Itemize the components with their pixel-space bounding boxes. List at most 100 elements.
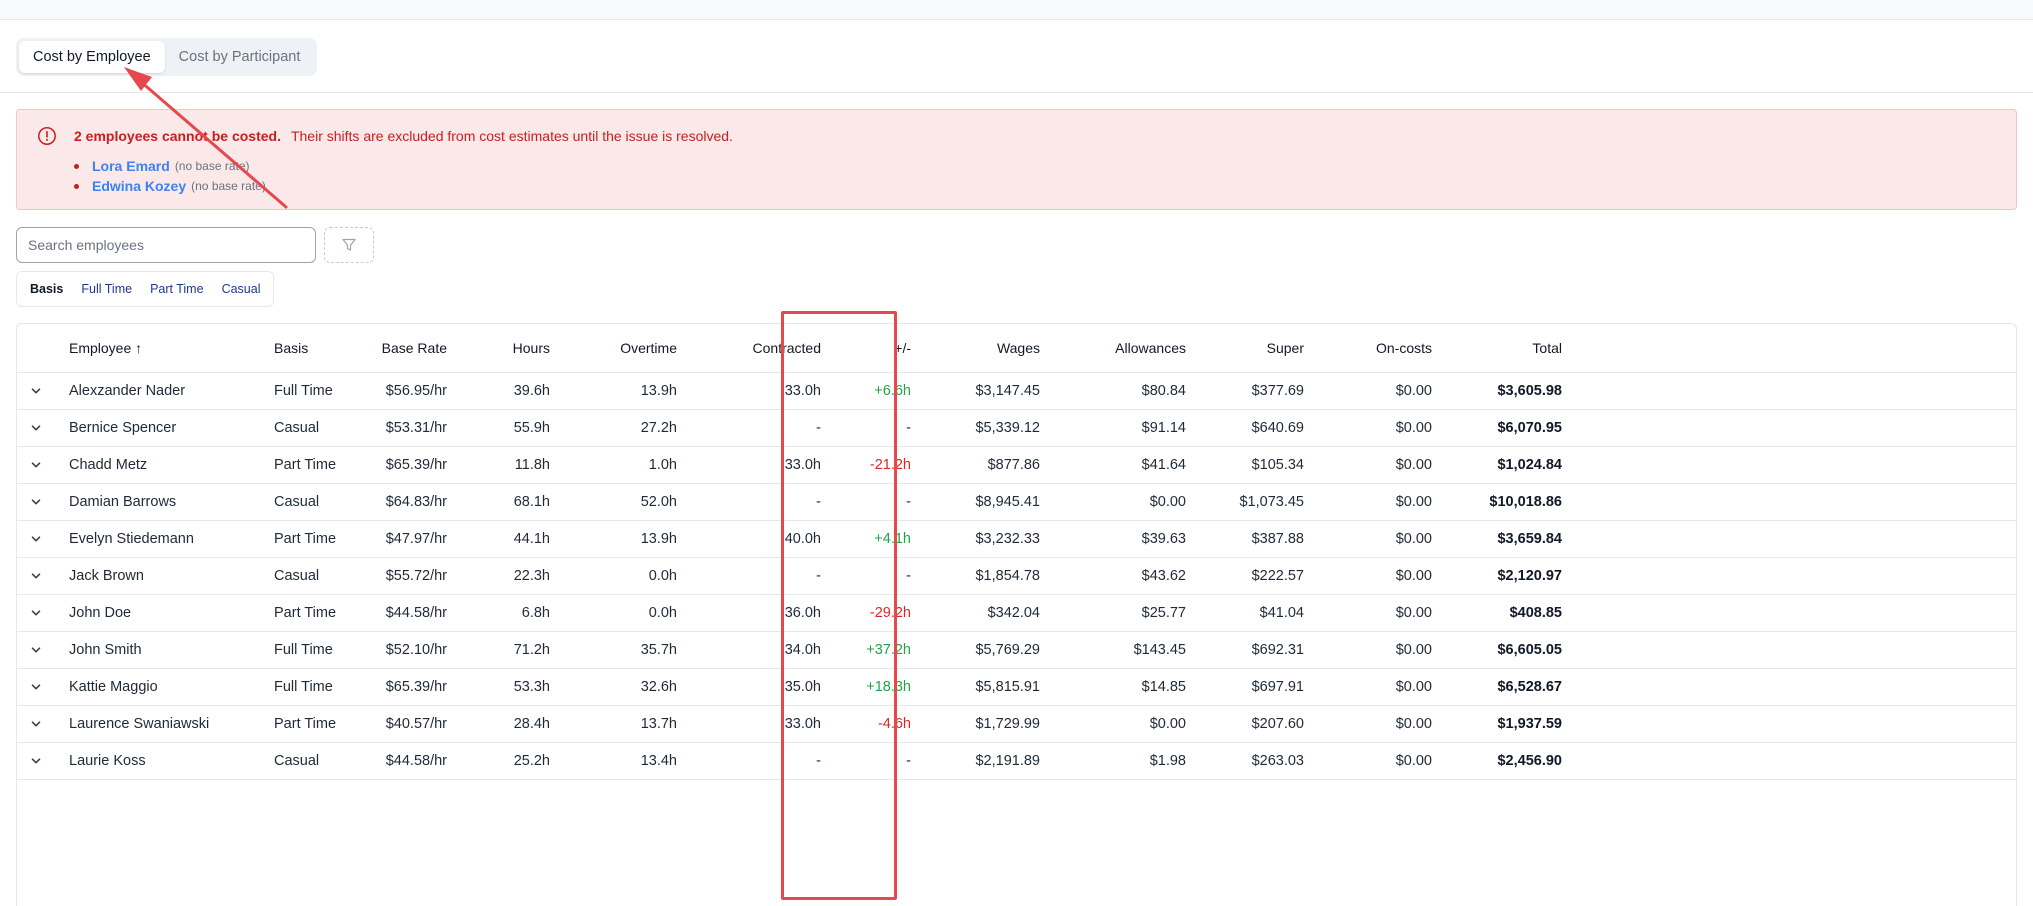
base-rate-cell: $65.39/hr	[385, 679, 447, 695]
table-row[interactable]: John Smith Full Time $52.10/hr 71.2h 35.7h 34…	[17, 632, 2016, 669]
overtime-cell: 35.7h	[640, 642, 677, 658]
allowances-cell: $0.00	[1149, 494, 1186, 510]
chevron-down-icon[interactable]	[30, 447, 44, 483]
column-header-base-rate[interactable]: Base Rate	[347, 324, 447, 372]
table-row[interactable]: Jack Brown Casual $55.72/hr 22.3h 0.0h - - $1,8…	[17, 558, 2016, 595]
allowances-cell: $143.45	[1133, 642, 1186, 658]
contracted-cell: 34.0h	[784, 642, 821, 658]
chevron-down-icon[interactable]	[30, 521, 44, 557]
basis-filter: Basis Full Time Part Time Casual	[16, 271, 275, 307]
contracted-cell: 36.0h	[784, 605, 821, 621]
difference-cell: -	[906, 494, 911, 510]
base-rate-cell: $56.95/hr	[385, 383, 447, 399]
column-header-on-costs[interactable]: On-costs	[1312, 324, 1432, 372]
wages-cell: $342.04	[987, 605, 1040, 621]
total-cell: $3,659.84	[1497, 531, 1562, 547]
allowances-cell: $0.00	[1149, 716, 1186, 732]
column-header-difference[interactable]: +/-	[831, 324, 911, 372]
hours-cell: 39.6h	[513, 383, 550, 399]
base-rate-cell: $44.58/hr	[385, 605, 447, 621]
column-header-overtime[interactable]: Overtime	[577, 324, 677, 372]
chevron-down-icon[interactable]	[30, 706, 44, 742]
employee-link-lora-emard[interactable]: Lora Emard	[92, 158, 170, 174]
on-costs-cell: $0.00	[1395, 642, 1432, 658]
table-row[interactable]: John Doe Part Time $44.58/hr 6.8h 0.0h 36.0h -…	[17, 595, 2016, 632]
table-row[interactable]: Chadd Metz Part Time $65.39/hr 11.8h 1.0h 33.…	[17, 447, 2016, 484]
hours-cell: 55.9h	[513, 420, 550, 436]
employee-name: Bernice Spencer	[69, 420, 177, 436]
on-costs-cell: $0.00	[1395, 753, 1432, 769]
alert-message: Their shifts are excluded from cost esti…	[290, 128, 733, 144]
total-cell: $6,528.67	[1497, 679, 1562, 695]
table-row[interactable]: Kattie Maggio Full Time $65.39/hr 53.3h 32.6…	[17, 669, 2016, 706]
total-cell: $10,018.86	[1489, 494, 1562, 510]
table-row[interactable]: Evelyn Stiedemann Part Time $47.97/hr 44.1h…	[17, 521, 2016, 558]
uncosted-employee-list: Lora Emard (no base rate) Edwina Kozey (…	[74, 156, 266, 196]
overtime-cell: 0.0h	[648, 568, 677, 584]
base-rate-cell: $44.58/hr	[385, 753, 447, 769]
column-header-wages[interactable]: Wages	[920, 324, 1040, 372]
base-rate-cell: $52.10/hr	[385, 642, 447, 658]
wages-cell: $2,191.89	[975, 753, 1040, 769]
search-input[interactable]	[16, 227, 316, 263]
chevron-down-icon[interactable]	[30, 632, 44, 668]
basis-chip-full-time[interactable]: Full Time	[72, 275, 141, 303]
table-row[interactable]: Alexzander Nader Full Time $56.95/hr 39.6h 1…	[17, 373, 2016, 410]
alert-circle-icon	[38, 127, 56, 145]
column-header-total[interactable]: Total	[1422, 324, 1562, 372]
allowances-cell: $1.98	[1149, 753, 1186, 769]
column-header-hours[interactable]: Hours	[450, 324, 550, 372]
employee-link-edwina-kozey[interactable]: Edwina Kozey	[92, 178, 186, 194]
allowances-cell: $41.64	[1141, 457, 1186, 473]
chevron-down-icon[interactable]	[30, 558, 44, 594]
chevron-down-icon[interactable]	[30, 484, 44, 520]
wages-cell: $5,769.29	[975, 642, 1040, 658]
overtime-cell: 32.6h	[640, 679, 677, 695]
base-rate-cell: $53.31/hr	[385, 420, 447, 436]
basis-chip-part-time[interactable]: Part Time	[141, 275, 213, 303]
column-header-allowances[interactable]: Allowances	[1066, 324, 1186, 372]
bullet-icon	[74, 163, 79, 169]
wages-cell: $8,945.41	[975, 494, 1040, 510]
super-cell: $207.60	[1251, 716, 1304, 732]
on-costs-cell: $0.00	[1395, 420, 1432, 436]
total-cell: $2,120.97	[1497, 568, 1562, 584]
list-item: Edwina Kozey (no base rate)	[74, 176, 266, 196]
contracted-cell: -	[816, 494, 821, 510]
chevron-down-icon[interactable]	[30, 373, 44, 409]
total-cell: $408.85	[1509, 605, 1562, 621]
filter-icon	[342, 238, 356, 251]
basis-chip-casual[interactable]: Casual	[213, 275, 270, 303]
tab-cost-by-participant[interactable]: Cost by Participant	[165, 41, 315, 73]
on-costs-cell: $0.00	[1395, 531, 1432, 547]
tab-cost-by-employee[interactable]: Cost by Employee	[19, 41, 165, 73]
on-costs-cell: $0.00	[1395, 605, 1432, 621]
filter-button[interactable]	[324, 227, 374, 263]
column-header-contracted[interactable]: Contracted	[701, 324, 821, 372]
employee-name: Evelyn Stiedemann	[69, 531, 194, 547]
difference-cell: -21.2h	[869, 457, 911, 473]
chevron-down-icon[interactable]	[30, 669, 44, 705]
column-header-employee[interactable]: Employee ↑	[69, 324, 259, 372]
total-cell: $6,070.95	[1497, 420, 1562, 436]
table-row[interactable]: Bernice Spencer Casual $53.31/hr 55.9h 27.2h…	[17, 410, 2016, 447]
wages-cell: $1,854.78	[975, 568, 1040, 584]
super-cell: $697.91	[1251, 679, 1304, 695]
base-rate-cell: $40.57/hr	[385, 716, 447, 732]
overtime-cell: 13.9h	[640, 383, 677, 399]
basis-chip-all[interactable]: Basis	[21, 275, 72, 303]
table-row[interactable]: Laurence Swaniawski Part Time $40.57/hr 28.…	[17, 706, 2016, 743]
chevron-down-icon[interactable]	[30, 595, 44, 631]
base-rate-cell: $55.72/hr	[385, 568, 447, 584]
table-row[interactable]: Damian Barrows Casual $64.83/hr 68.1h 52.0h -…	[17, 484, 2016, 521]
employee-name: Damian Barrows	[69, 494, 177, 510]
chevron-down-icon[interactable]	[30, 410, 44, 446]
super-cell: $41.04	[1259, 605, 1304, 621]
chevron-down-icon[interactable]	[30, 743, 44, 779]
column-header-super[interactable]: Super	[1184, 324, 1304, 372]
overtime-cell: 0.0h	[648, 605, 677, 621]
table-row[interactable]: Laurie Koss Casual $44.58/hr 25.2h 13.4h - - $2…	[17, 743, 2016, 780]
error-reason: (no base rate)	[174, 159, 250, 173]
wages-cell: $1,729.99	[975, 716, 1040, 732]
overtime-cell: 13.9h	[640, 531, 677, 547]
